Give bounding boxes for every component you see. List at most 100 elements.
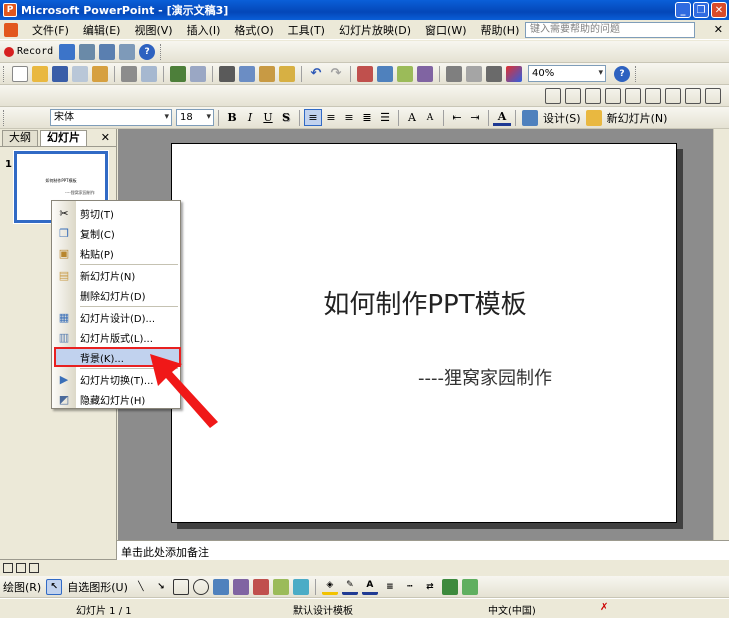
decrease-indent-icon[interactable]: ⇤	[448, 109, 466, 126]
close-button[interactable]: ✕	[711, 2, 727, 18]
print-preview-icon[interactable]	[141, 65, 157, 82]
slide-canvas[interactable]: 如何制作PPT模板 ----狸窝家园制作	[171, 143, 677, 523]
document-close-icon[interactable]: ✕	[714, 23, 723, 36]
document-icon[interactable]	[4, 22, 18, 37]
line-color-icon[interactable]: ✎	[341, 579, 358, 595]
shape-icon[interactable]	[685, 87, 701, 104]
font-color-icon[interactable]: A	[493, 109, 511, 126]
permission-icon[interactable]	[72, 65, 88, 82]
minimize-button[interactable]: _	[675, 2, 691, 18]
increase-indent-icon[interactable]: ⇥	[466, 109, 484, 126]
help-search-input[interactable]: 键入需要帮助的问题	[525, 22, 695, 38]
record-icon[interactable]	[4, 46, 14, 57]
new-icon[interactable]	[12, 65, 28, 82]
record-label[interactable]: Record	[17, 46, 53, 57]
shape-icon[interactable]	[585, 87, 601, 104]
color-grayscale-icon[interactable]	[506, 65, 522, 82]
redo-icon[interactable]: ↷	[328, 66, 344, 82]
menu-item-slide-design[interactable]: ▦ 幻灯片设计(D)...	[52, 307, 180, 327]
autoshapes-button[interactable]: 自选图形(U)	[67, 579, 128, 595]
draw-menu-button[interactable]: 绘图(R)	[3, 579, 41, 595]
menu-insert[interactable]: 插入(I)	[187, 22, 221, 38]
email-icon[interactable]	[92, 65, 108, 82]
show-grid-icon[interactable]	[486, 65, 502, 82]
toolbar-grip[interactable]	[160, 43, 163, 60]
slideshow-view-icon[interactable]	[29, 562, 39, 573]
align-center-icon[interactable]: ≡	[322, 109, 340, 126]
show-formatting-icon[interactable]	[466, 65, 482, 82]
vertical-scrollbar[interactable]	[713, 129, 729, 540]
slide-subtitle[interactable]: ----狸窝家园制作	[418, 364, 552, 390]
wordart-icon[interactable]	[232, 578, 249, 595]
cut-icon[interactable]	[219, 65, 235, 82]
shadow-style-icon[interactable]	[441, 578, 458, 595]
status-template[interactable]: 默认设计模板	[293, 602, 353, 617]
oval-icon[interactable]	[192, 578, 209, 595]
research-icon[interactable]	[190, 65, 206, 82]
bullets-icon[interactable]: ☰	[376, 109, 394, 126]
save-icon[interactable]	[52, 65, 68, 82]
zoom-select[interactable]: 40%	[528, 65, 606, 82]
font-size-select[interactable]: 18	[176, 109, 214, 126]
user-icon[interactable]	[79, 43, 96, 60]
diagram-icon[interactable]	[252, 578, 269, 595]
tables-borders-icon[interactable]	[397, 65, 413, 82]
align-left-icon[interactable]: ≡	[304, 109, 322, 126]
help-icon[interactable]: ?	[614, 65, 630, 82]
slide-title[interactable]: 如何制作PPT模板	[172, 284, 678, 321]
menu-help[interactable]: 帮助(H)	[481, 22, 520, 38]
shape-icon[interactable]	[545, 87, 561, 104]
help-icon[interactable]: ?	[139, 43, 156, 60]
menu-item-delete-slide[interactable]: 删除幻灯片(D)	[52, 285, 180, 305]
rectangle-icon[interactable]	[172, 578, 189, 595]
print-icon[interactable]	[121, 65, 137, 82]
menu-item-new-slide[interactable]: ▤ 新幻灯片(N)	[52, 265, 180, 285]
menu-edit[interactable]: 编辑(E)	[83, 22, 121, 38]
format-painter-icon[interactable]	[279, 65, 295, 82]
slides-icon[interactable]	[99, 43, 116, 60]
italic-button[interactable]: I	[241, 109, 259, 126]
increase-font-icon[interactable]: A	[403, 109, 421, 126]
line-style-icon[interactable]: ≡	[382, 579, 398, 595]
shape-icon[interactable]	[665, 87, 681, 104]
paste-icon[interactable]	[259, 65, 275, 82]
menu-file[interactable]: 文件(F)	[32, 22, 69, 38]
menu-item-cut[interactable]: ✂ 剪切(T)	[52, 203, 180, 223]
macro-icon[interactable]	[59, 43, 76, 60]
toolbar-grip[interactable]	[3, 65, 6, 82]
monitor-icon[interactable]	[119, 43, 136, 60]
shape-icon[interactable]	[605, 87, 621, 104]
restore-button[interactable]: ❐	[693, 2, 709, 18]
arrow-style-icon[interactable]: ⇄	[422, 579, 438, 595]
normal-view-icon[interactable]	[3, 562, 13, 573]
insert-diagram-icon[interactable]	[417, 65, 433, 82]
menu-item-slide-layout[interactable]: ▥ 幻灯片版式(L)...	[52, 327, 180, 347]
toolbar-grip[interactable]	[3, 109, 6, 126]
arrow-icon[interactable]: ↘	[153, 579, 169, 595]
fill-color-icon[interactable]: ◈	[321, 579, 338, 595]
bold-button[interactable]: B	[223, 109, 241, 126]
numbering-icon[interactable]: ≣	[358, 109, 376, 126]
align-right-icon[interactable]: ≡	[340, 109, 358, 126]
picture-icon[interactable]	[292, 578, 309, 595]
notes-pane[interactable]: 单击此处添加备注	[117, 540, 729, 560]
slide-sorter-icon[interactable]	[16, 562, 26, 573]
shape-icon[interactable]	[565, 87, 581, 104]
menu-view[interactable]: 视图(V)	[134, 22, 172, 38]
shape-icon[interactable]	[705, 87, 721, 104]
textbox-icon[interactable]	[212, 578, 229, 595]
table-icon[interactable]	[377, 65, 393, 82]
3d-style-icon[interactable]	[461, 578, 478, 595]
expand-all-icon[interactable]	[446, 65, 462, 82]
pane-close-icon[interactable]: ✕	[101, 131, 110, 144]
menu-item-copy[interactable]: ❐ 复制(C)	[52, 223, 180, 243]
shape-icon[interactable]	[645, 87, 661, 104]
shape-icon[interactable]	[625, 87, 641, 104]
copy-icon[interactable]	[239, 65, 255, 82]
underline-button[interactable]: U	[259, 109, 277, 126]
menu-slideshow[interactable]: 幻灯片放映(D)	[339, 22, 411, 38]
tab-outline[interactable]: 大纲	[2, 130, 38, 146]
design-button[interactable]: 设计(S)	[543, 110, 581, 126]
font-color-icon[interactable]: A	[361, 579, 378, 595]
decrease-font-icon[interactable]: A	[421, 109, 439, 126]
